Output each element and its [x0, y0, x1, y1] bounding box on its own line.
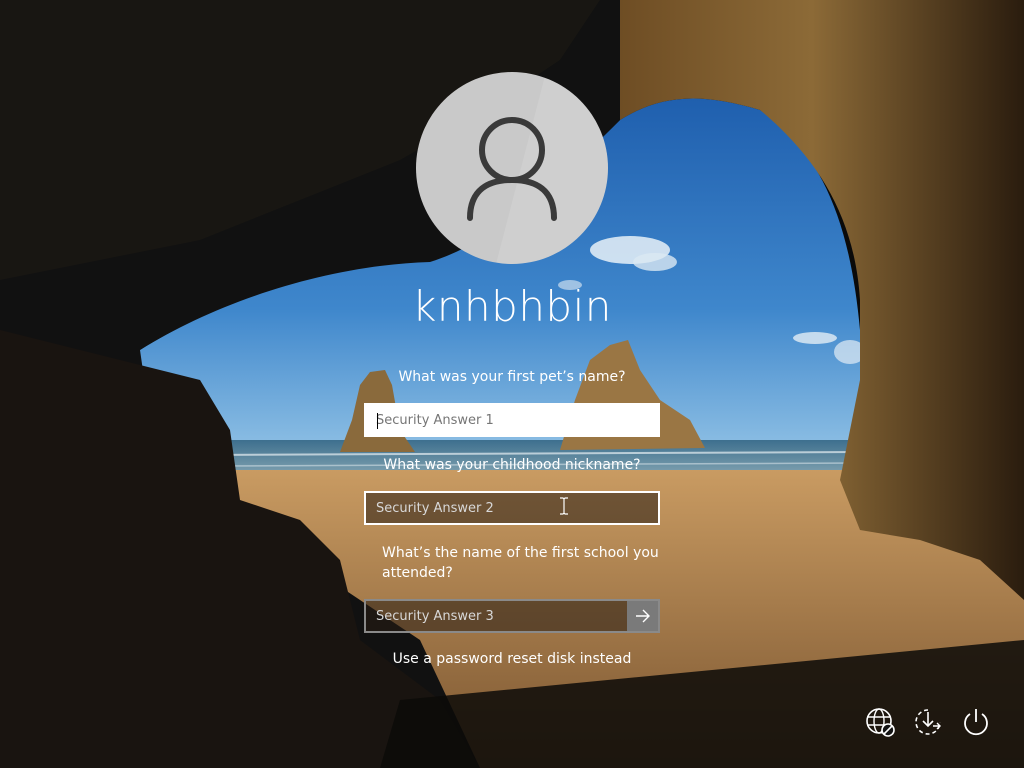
password-reset-disk-link[interactable]: Use a password reset disk instead	[312, 651, 712, 667]
security-answer-3-input[interactable]	[366, 601, 658, 631]
power-button[interactable]	[958, 704, 994, 740]
security-answer-2-input[interactable]	[366, 493, 658, 523]
user-silhouette-icon	[467, 72, 608, 264]
security-answer-3-field[interactable]	[364, 599, 660, 633]
power-icon	[964, 709, 988, 736]
user-name: knhbhbin	[412, 282, 612, 331]
text-caret	[377, 413, 378, 429]
network-icon	[866, 708, 895, 737]
user-avatar	[416, 72, 608, 264]
lock-screen: knhbhbin What was your first pet’s name?…	[0, 0, 1024, 768]
security-question-3: What’s the name of the first school you …	[382, 545, 659, 581]
security-answer-1-input[interactable]	[366, 405, 658, 435]
submit-button[interactable]	[627, 601, 658, 631]
arrow-right-icon	[635, 609, 650, 623]
security-answer-2-field[interactable]	[364, 491, 660, 525]
ibeam-cursor-icon	[560, 497, 568, 515]
security-answer-1-field[interactable]	[364, 403, 660, 437]
security-question-1: What was your first pet’s name?	[398, 369, 626, 385]
security-question-2: What was your childhood nickname?	[383, 457, 641, 473]
ease-of-access-icon	[915, 709, 941, 735]
ease-of-access-button[interactable]	[910, 704, 946, 740]
network-button[interactable]	[862, 704, 898, 740]
